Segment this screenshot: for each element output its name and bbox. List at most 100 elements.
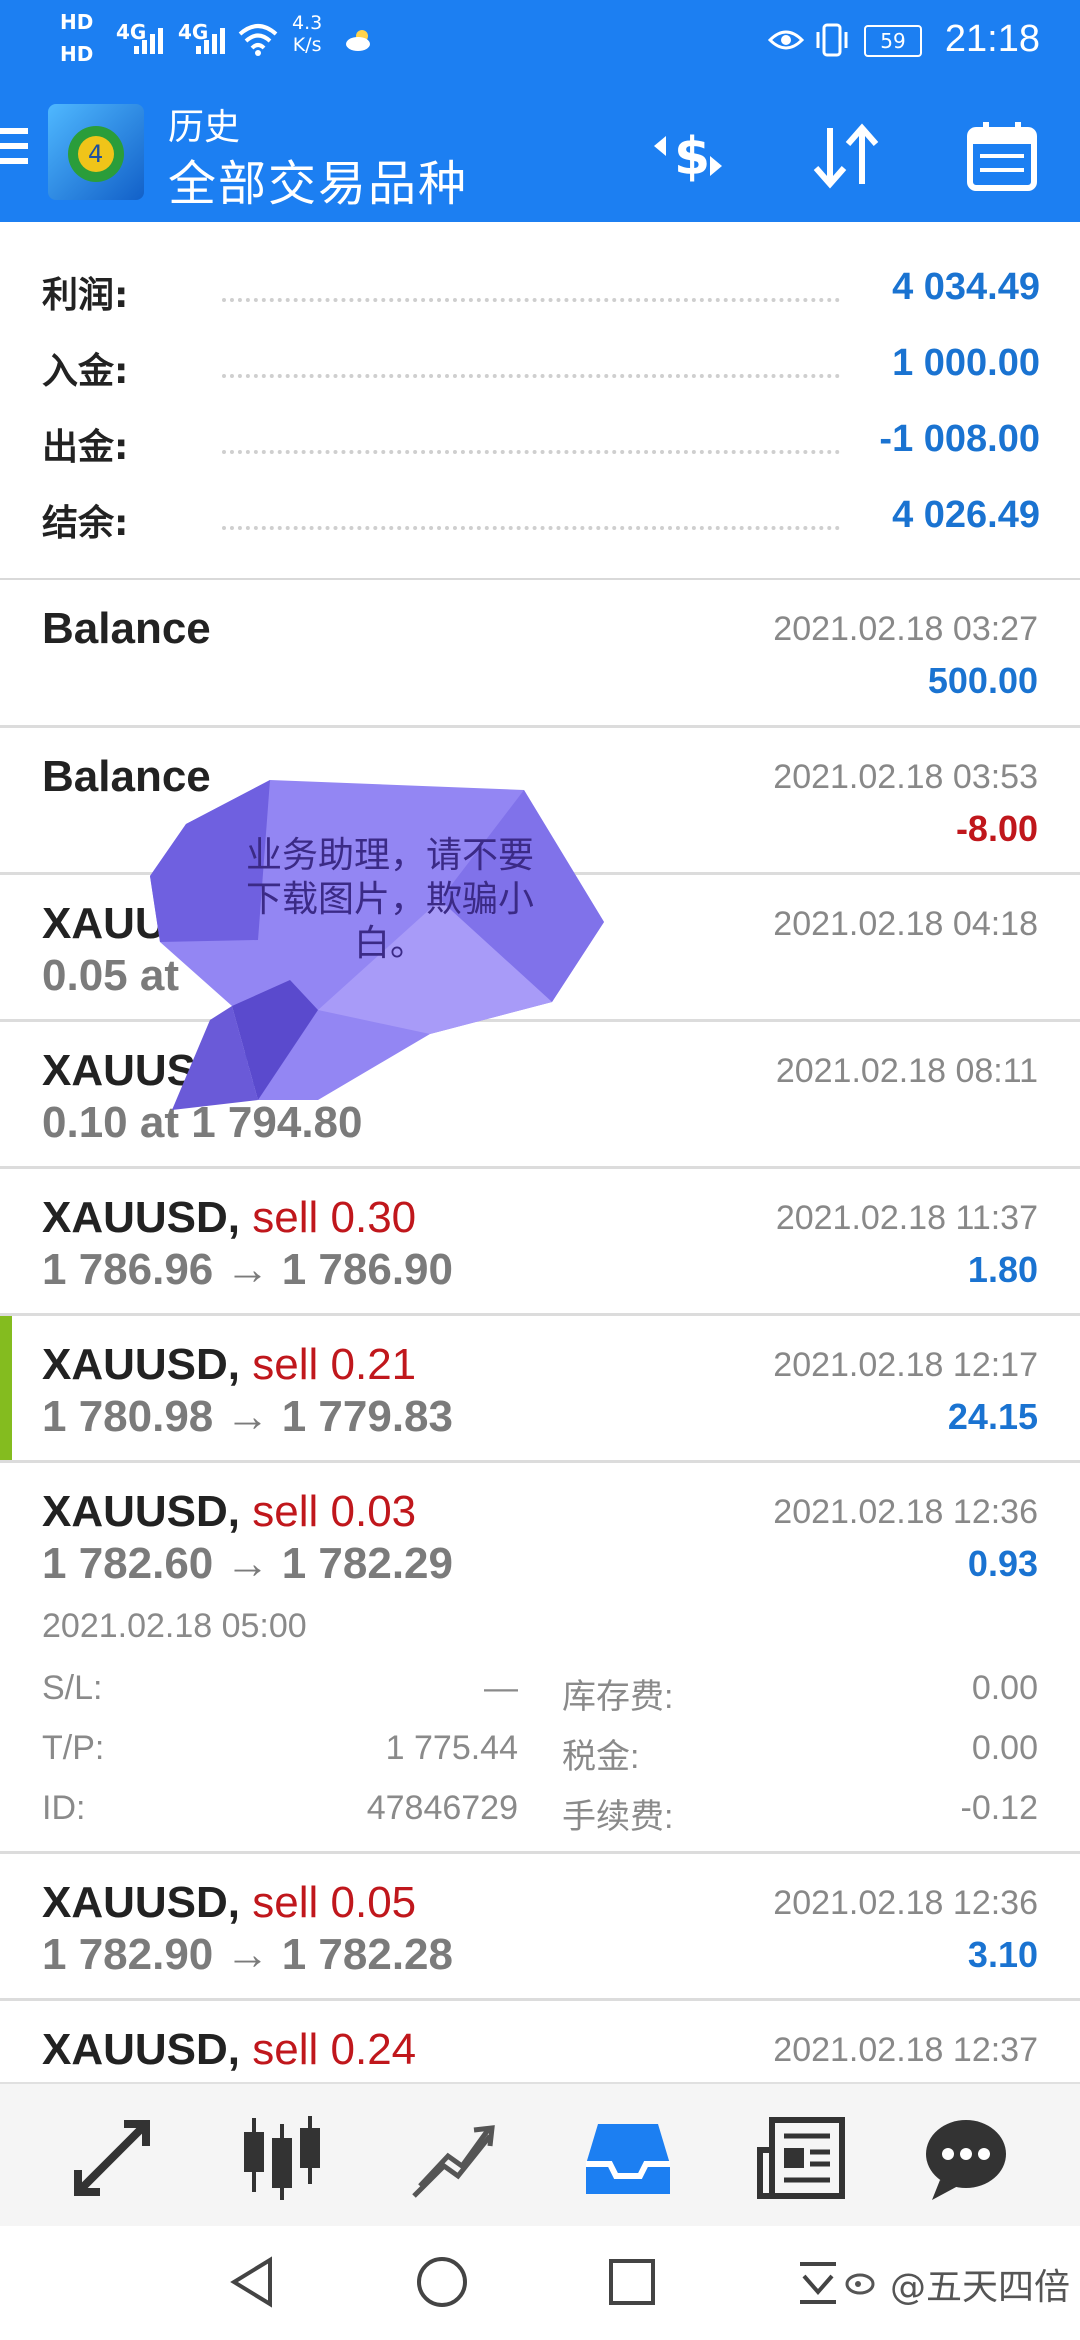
watermark-text: @五天四倍 bbox=[889, 2267, 1070, 2308]
swap-value: 0.00 bbox=[971, 1669, 1038, 1707]
wifi-icon bbox=[238, 24, 278, 56]
sl-label: S/L: bbox=[42, 1669, 103, 1707]
dotted-leader bbox=[222, 298, 840, 302]
summary-label: 利润: bbox=[42, 275, 129, 316]
eye-icon bbox=[768, 30, 804, 50]
item-symbol: XAUUSD, sell 0.30 bbox=[42, 1193, 416, 1243]
id-value: 47846729 bbox=[366, 1789, 518, 1827]
chat-icon[interactable] bbox=[918, 2110, 1014, 2206]
item-detail: 1 782.90 → 1 782.28 bbox=[42, 1930, 453, 1979]
history-summary: 利润: 4 034.49 入金: 1 000.00 出金: -1 008.00 … bbox=[0, 222, 1080, 581]
list-item[interactable]: Balance 2021.02.18 03:27 500.00 bbox=[0, 580, 1080, 728]
list-item[interactable]: XAUUSD, sell 0.24 2021.02.18 12:37 bbox=[0, 2001, 1080, 2082]
sort-icon[interactable] bbox=[806, 116, 886, 196]
tax-value: 0.00 bbox=[971, 1729, 1038, 1767]
clock: 21:18 bbox=[944, 18, 1040, 60]
swap-label: 库存费: bbox=[562, 1678, 674, 1716]
id-label: ID: bbox=[42, 1789, 86, 1827]
open-time: 2021.02.18 05:00 bbox=[42, 1607, 307, 1645]
svg-text:$: $ bbox=[674, 127, 710, 187]
dotted-leader bbox=[222, 526, 840, 530]
tp-value: 1 775.44 bbox=[385, 1729, 518, 1767]
item-symbol: XAUUSD, sell 0.03 bbox=[42, 1487, 416, 1537]
item-date: 2021.02.18 04:18 bbox=[773, 905, 1038, 943]
summary-value: 4 026.49 bbox=[892, 494, 1040, 536]
dotted-leader bbox=[222, 374, 840, 378]
fee-value: -0.12 bbox=[960, 1789, 1039, 1827]
summary-label: 出金: bbox=[42, 427, 129, 468]
currency-icon[interactable]: $ bbox=[648, 116, 728, 196]
item-date: 2021.02.18 11:37 bbox=[775, 1199, 1038, 1237]
status-bar: HD HD 4G 4G 4.3 K/s 59 21:18 bbox=[0, 0, 1080, 86]
symbol-text: XAUUSD, bbox=[42, 1487, 241, 1536]
page-title: 历史 bbox=[168, 107, 241, 148]
symbol-text: XAUUSD, bbox=[42, 2025, 241, 2074]
symbol-filter[interactable]: 全部交易品种 bbox=[168, 144, 468, 214]
item-amount: 1.80 bbox=[967, 1249, 1038, 1290]
svg-text:4: 4 bbox=[88, 140, 103, 168]
warning-text: 业务助理，请不要下载图片，欺骗小白。 bbox=[245, 835, 534, 964]
summary-profit: 利润: 4 034.49 bbox=[42, 266, 1040, 326]
dotted-leader bbox=[222, 450, 840, 454]
home-icon[interactable] bbox=[414, 2254, 470, 2310]
item-date: 2021.02.18 12:36 bbox=[773, 1884, 1038, 1922]
item-symbol: Balance bbox=[42, 604, 211, 654]
symbol-text: XAUUSD, bbox=[42, 1193, 241, 1242]
list-item[interactable]: XAUUSD, sell 0.30 1 786.96 → 1 786.90 20… bbox=[0, 1169, 1080, 1316]
list-item-selected[interactable]: XAUUSD, sell 0.21 1 780.98 → 1 779.83 20… bbox=[0, 1316, 1080, 1463]
hd-badge: HD bbox=[60, 42, 94, 66]
item-amount: 0.93 bbox=[967, 1543, 1038, 1584]
trade-action: sell 0.24 bbox=[252, 2025, 417, 2074]
signal-icon bbox=[196, 28, 225, 54]
warning-speech-bubble: 业务助理，请不要下载图片，欺骗小白。 bbox=[140, 780, 610, 1120]
trade-action: sell 0.21 bbox=[252, 1340, 417, 1389]
chart-icon[interactable] bbox=[404, 2110, 500, 2206]
signal-icon bbox=[134, 28, 163, 54]
notification-dropdown-icon[interactable] bbox=[796, 2258, 840, 2306]
calendar-icon[interactable] bbox=[962, 116, 1042, 196]
hd-badge: HD bbox=[60, 10, 94, 34]
tp-label: T/P: bbox=[42, 1729, 105, 1767]
item-symbol: XAUUSD, sell 0.05 bbox=[42, 1878, 416, 1928]
symbol-text: XAUUSD, bbox=[42, 1878, 241, 1927]
symbol-text: Balance bbox=[42, 604, 211, 653]
summary-balance: 结余: 4 026.49 bbox=[42, 494, 1040, 554]
tax-label: 税金: bbox=[562, 1738, 640, 1776]
summary-value: 4 034.49 bbox=[892, 266, 1040, 308]
news-icon[interactable] bbox=[754, 2110, 850, 2206]
summary-label: 入金: bbox=[42, 351, 129, 392]
item-detail: 1 786.96 → 1 786.90 bbox=[42, 1245, 453, 1294]
summary-deposit: 入金: 1 000.00 bbox=[42, 342, 1040, 402]
fee-label: 手续费: bbox=[562, 1798, 674, 1836]
trade-icon[interactable] bbox=[64, 2110, 160, 2206]
history-icon[interactable] bbox=[580, 2110, 676, 2206]
symbol-text: XAUUSD, bbox=[42, 1340, 241, 1389]
summary-label: 结余: bbox=[42, 503, 129, 544]
selection-accent bbox=[0, 1316, 12, 1460]
back-icon[interactable] bbox=[226, 2254, 278, 2310]
list-item-expanded[interactable]: XAUUSD, sell 0.03 1 782.60 → 1 782.29 20… bbox=[0, 1463, 1080, 1854]
weather-icon bbox=[346, 30, 370, 51]
trade-action: sell 0.05 bbox=[252, 1878, 417, 1927]
item-date: 2021.02.18 12:36 bbox=[773, 1493, 1038, 1531]
item-date: 2021.02.18 08:11 bbox=[775, 1052, 1038, 1090]
item-amount: 3.10 bbox=[967, 1934, 1038, 1975]
summary-value: 1 000.00 bbox=[892, 342, 1040, 384]
summary-value: -1 008.00 bbox=[879, 418, 1040, 460]
item-symbol: XAUUSD, sell 0.24 bbox=[42, 2025, 416, 2075]
system-navigation-bar: @五天四倍 bbox=[0, 2226, 1080, 2340]
list-item[interactable]: XAUUSD, sell 0.05 1 782.90 → 1 782.28 20… bbox=[0, 1854, 1080, 2001]
item-amount: -8.00 bbox=[955, 808, 1038, 849]
app-logo: 4 bbox=[48, 104, 144, 200]
net-speed-unit: K/s bbox=[292, 34, 322, 56]
weibo-logo-icon bbox=[845, 2273, 875, 2295]
recents-icon[interactable] bbox=[606, 2256, 658, 2308]
item-date: 2021.02.18 12:37 bbox=[773, 2031, 1038, 2069]
battery-icon: 59 bbox=[864, 25, 922, 57]
quotes-icon[interactable] bbox=[234, 2110, 330, 2206]
item-amount: 500.00 bbox=[927, 660, 1038, 701]
sl-value: — bbox=[484, 1669, 518, 1707]
menu-icon[interactable] bbox=[0, 128, 28, 173]
item-date: 2021.02.18 12:17 bbox=[773, 1346, 1038, 1384]
item-date: 2021.02.18 03:53 bbox=[773, 758, 1038, 796]
